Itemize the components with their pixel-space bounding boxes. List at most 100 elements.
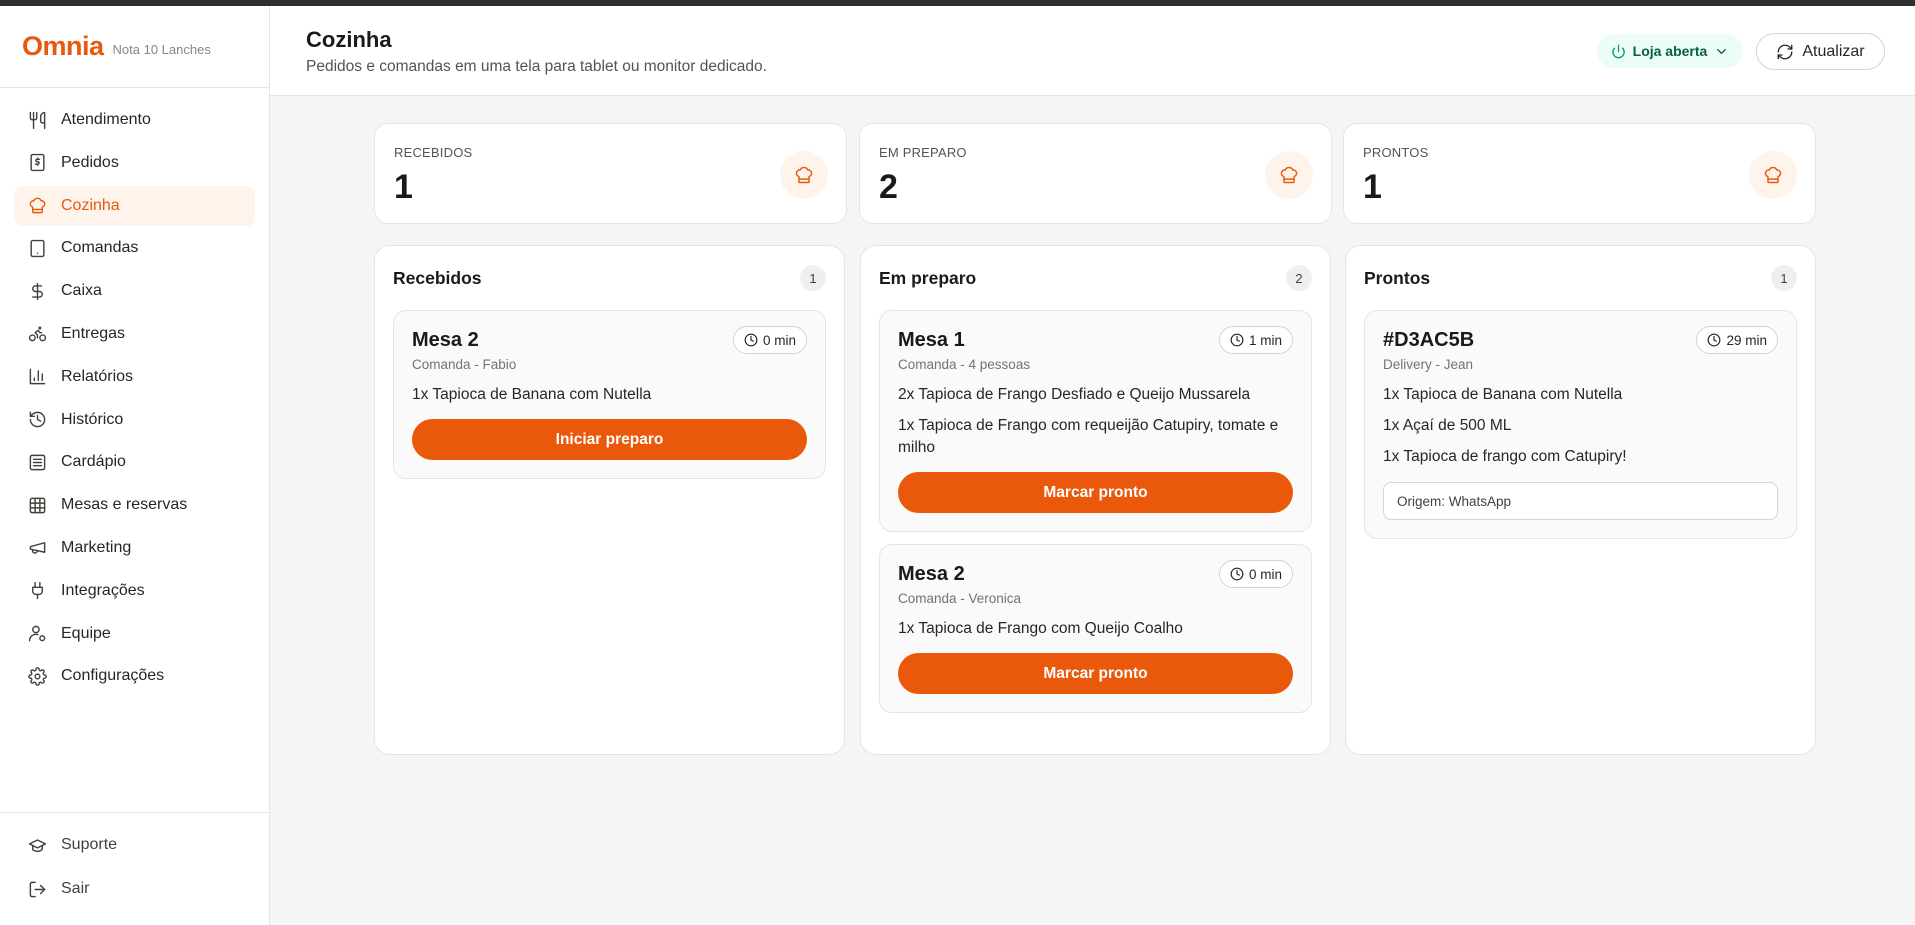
clock-icon	[1230, 333, 1244, 347]
sidebar-item-label: Comandas	[61, 239, 139, 257]
refresh-icon	[1777, 44, 1793, 59]
sidebar-item-historico[interactable]: Histórico	[14, 400, 255, 440]
stat-label: RECEBIDOS	[394, 145, 473, 160]
chef-hat-icon	[1764, 166, 1782, 184]
stat-label: PRONTOS	[1363, 145, 1429, 160]
receipt-icon	[30, 154, 45, 172]
bike-icon	[28, 326, 47, 342]
order-item: 1x Tapioca de Banana com Nutella	[412, 386, 652, 403]
sidebar-item-sair[interactable]: Sair	[14, 869, 255, 909]
column-header: Prontos 1	[1364, 246, 1797, 310]
chevron-down-icon	[1717, 48, 1727, 54]
brand-logo[interactable]: Omnia	[22, 31, 104, 62]
column-title: Em preparo	[879, 267, 977, 288]
order-subtitle: Comanda - Veronica	[898, 591, 1022, 606]
sidebar-item-integracoes[interactable]: Integrações	[14, 571, 255, 611]
gear-icon	[28, 667, 47, 686]
sidebar-item-cozinha[interactable]: Cozinha	[14, 185, 255, 226]
users-icon	[28, 625, 46, 642]
sidebar-item-equipe[interactable]: Equipe	[14, 614, 255, 654]
order-item: 1x Tapioca de Frango com Queijo Coalho	[898, 620, 1183, 637]
sidebar-item-configuracoes[interactable]: Configurações	[14, 656, 255, 696]
column-count-badge: 2	[1286, 265, 1312, 291]
page-subtitle: Pedidos e comandas em uma tela para tabl…	[306, 58, 767, 75]
order-card: Mesa 1 Comanda - 4 pessoas 1 min 2x Tapi…	[879, 310, 1312, 532]
column-header: Recebidos 1	[393, 246, 826, 310]
mark-ready-button[interactable]: Marcar pronto	[898, 472, 1293, 513]
order-items: 1x Tapioca de Frango com Queijo Coalho	[898, 618, 1293, 640]
column-title: Prontos	[1364, 267, 1431, 288]
grid-icon	[29, 497, 46, 514]
page-title: Cozinha	[306, 27, 392, 52]
megaphone-icon	[29, 542, 46, 555]
dollar-icon	[32, 282, 43, 300]
plug-icon	[32, 582, 43, 600]
chef-hat-icon	[29, 197, 46, 214]
sidebar-item-comandas[interactable]: Comandas	[14, 228, 255, 268]
tablet-icon	[30, 239, 45, 258]
order-timer: 0 min	[732, 326, 807, 354]
chef-hat-icon	[1280, 166, 1298, 184]
stat-card-em-preparo: EM PREPARO 2	[859, 123, 1332, 224]
mark-ready-button[interactable]: Marcar pronto	[898, 653, 1293, 694]
sidebar-item-atendimento[interactable]: Atendimento	[14, 100, 255, 140]
order-item: 2x Tapioca de Frango Desfiado e Queijo M…	[898, 386, 1251, 403]
column-em-preparo: Em preparo 2 Mesa 1 Comanda - 4 pessoas …	[860, 245, 1331, 755]
stat-value: 1	[394, 168, 413, 206]
order-timer: 29 min	[1696, 326, 1778, 354]
sidebar-nav: Atendimento Pedidos Cozinha Comandas Cai…	[0, 88, 269, 696]
page-header: Cozinha Pedidos e comandas em uma tela p…	[270, 6, 1915, 96]
bar-chart-icon	[29, 368, 46, 385]
timer-label: 0 min	[1248, 566, 1282, 582]
column-header: Em preparo 2	[879, 246, 1312, 310]
power-icon	[1611, 44, 1625, 58]
graduation-cap-icon	[28, 838, 47, 852]
sidebar-item-caixa[interactable]: Caixa	[14, 271, 255, 311]
sidebar-item-label: Sair	[61, 880, 90, 897]
order-card: Mesa 2 Comanda - Fabio 0 min 1x Tapioca …	[393, 310, 826, 479]
sidebar-item-entregas[interactable]: Entregas	[14, 314, 255, 354]
clock-icon	[1230, 567, 1244, 581]
order-card: #D3AC5B Delivery - Jean 29 min 1x Tapioc…	[1364, 310, 1797, 539]
sidebar-item-label: Cardápio	[61, 453, 126, 471]
sidebar-item-label: Pedidos	[61, 153, 119, 171]
sidebar-item-suporte[interactable]: Suporte	[14, 825, 255, 865]
logout-icon	[29, 881, 46, 897]
refresh-label: Atualizar	[1802, 42, 1865, 60]
menu-list-icon	[29, 454, 46, 471]
order-timer: 1 min	[1218, 326, 1293, 354]
column-title: Recebidos	[393, 267, 482, 288]
start-preparation-button[interactable]: Iniciar preparo	[412, 419, 807, 460]
sidebar-item-label: Entregas	[61, 324, 126, 342]
sidebar-item-marketing[interactable]: Marketing	[14, 528, 255, 568]
sidebar-item-label: Suporte	[61, 836, 118, 853]
sidebar-item-label: Caixa	[61, 282, 102, 300]
sidebar-item-relatorios[interactable]: Relatórios	[14, 357, 255, 397]
refresh-button[interactable]: Atualizar	[1756, 33, 1885, 70]
order-item: 1x Tapioca de Banana com Nutella	[1383, 386, 1623, 403]
sidebar-item-label: Integrações	[61, 581, 145, 599]
sidebar-item-mesas[interactable]: Mesas e reservas	[14, 485, 255, 525]
stat-icon-badge	[1265, 151, 1313, 199]
order-item: 1x Tapioca de frango com Catupiry!	[1383, 448, 1627, 465]
order-items: 1x Tapioca de Banana com Nutella 1x Açaí…	[1383, 384, 1778, 468]
column-recebidos: Recebidos 1 Mesa 2 Comanda - Fabio 0 min…	[374, 245, 845, 755]
sidebar-item-cardapio[interactable]: Cardápio	[14, 442, 255, 482]
store-status-dropdown[interactable]: Loja aberta	[1597, 34, 1743, 68]
store-name: Nota 10 Lanches	[112, 42, 211, 57]
sidebar-item-label: Histórico	[61, 410, 124, 428]
order-item: 1x Tapioca de Frango com requeijão Catup…	[898, 417, 1279, 456]
timer-label: 0 min	[762, 332, 796, 348]
stat-value: 1	[1363, 168, 1382, 206]
stat-card-prontos: PRONTOS 1	[1343, 123, 1816, 224]
sidebar-item-pedidos[interactable]: Pedidos	[14, 143, 255, 183]
sidebar: Omnia Nota 10 Lanches Atendimento Pedido…	[0, 6, 270, 925]
stat-card-recebidos: RECEBIDOS 1	[374, 123, 847, 224]
order-items: 1x Tapioca de Banana com Nutella	[412, 384, 807, 406]
utensils-icon	[29, 111, 46, 129]
column-prontos: Prontos 1 #D3AC5B Delivery - Jean 29 min…	[1345, 245, 1816, 755]
store-status-label: Loja aberta	[1632, 43, 1708, 59]
timer-label: 29 min	[1726, 332, 1767, 348]
stat-icon-badge	[1749, 151, 1797, 199]
history-icon	[29, 411, 46, 428]
